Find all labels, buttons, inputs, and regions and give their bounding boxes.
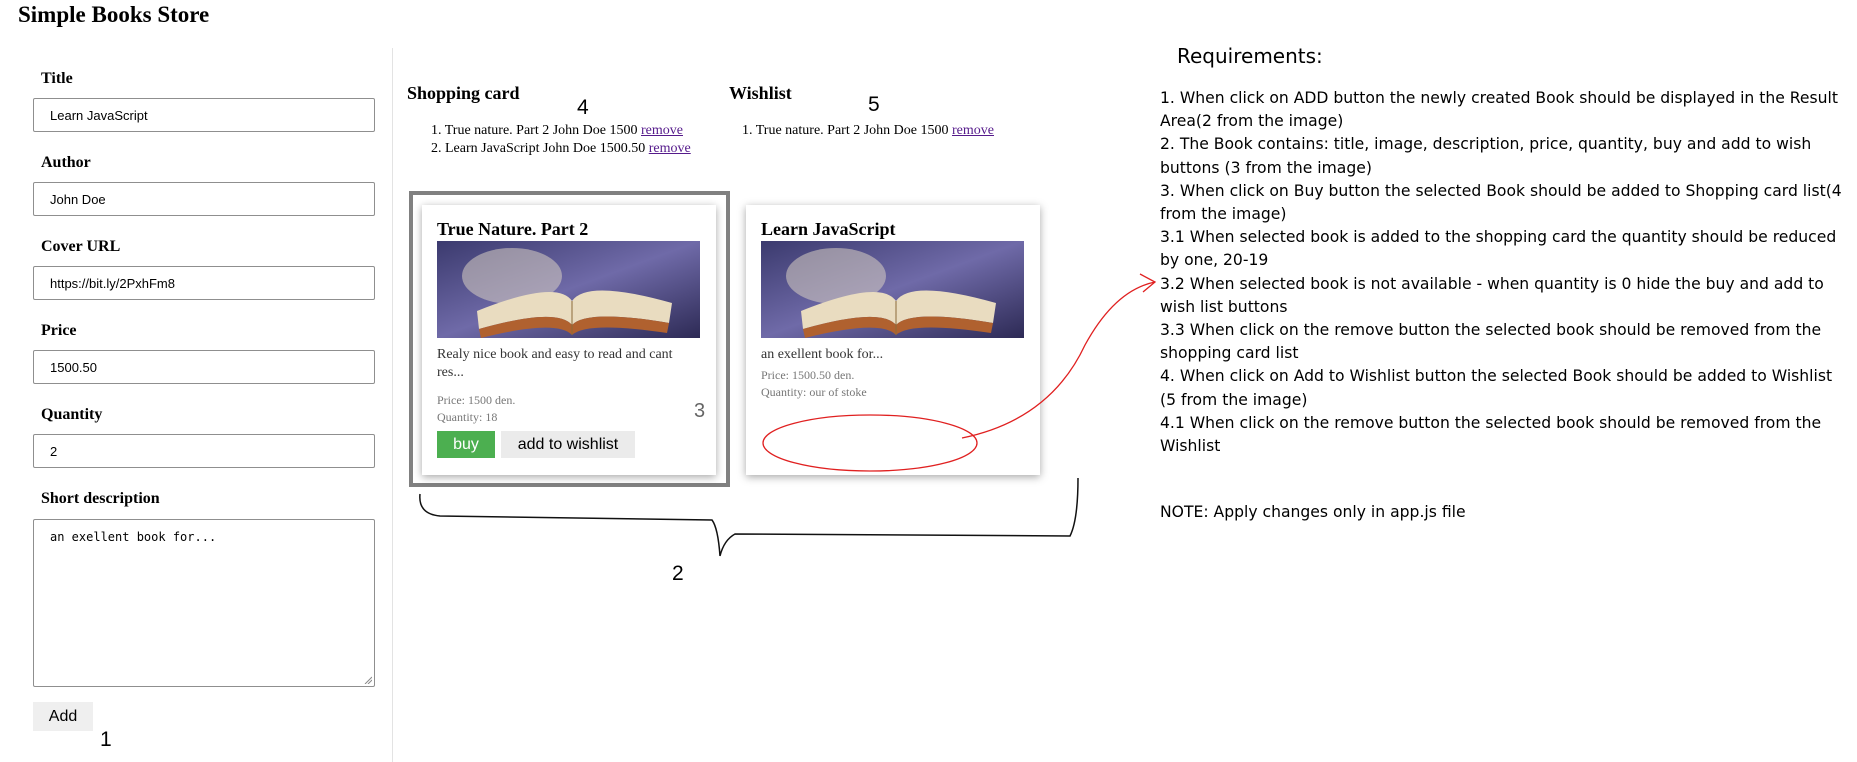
result-area-bracket (419, 477, 1079, 557)
requirement-item: 2. The Book contains: title, image, desc… (1160, 135, 1812, 177)
requirement-item: 4.1 When click on the remove button the … (1160, 413, 1822, 456)
requirements-title: Requirements: (1177, 44, 1323, 68)
requirement-arrow (961, 281, 1156, 439)
annotation-2: 2 (672, 562, 684, 585)
requirement-item: 3. When click on Buy button the selected… (1160, 181, 1842, 224)
requirement-item: 1. When click on ADD button the newly cr… (1160, 89, 1838, 131)
requirement-item: 4. When click on Add to Wishlist button … (1160, 367, 1833, 409)
hidden-buttons-circle (762, 414, 978, 472)
requirement-item: 3.2 When selected book is not available … (1160, 274, 1824, 316)
requirement-item: 3.3 When click on the remove button the … (1160, 321, 1822, 363)
note-text: NOTE: Apply changes only in app.js file (1160, 503, 1466, 521)
requirement-item: 3.1 When selected book is added to the s… (1160, 228, 1837, 270)
requirements-list: 1. When click on ADD button the newly cr… (1160, 87, 1850, 458)
